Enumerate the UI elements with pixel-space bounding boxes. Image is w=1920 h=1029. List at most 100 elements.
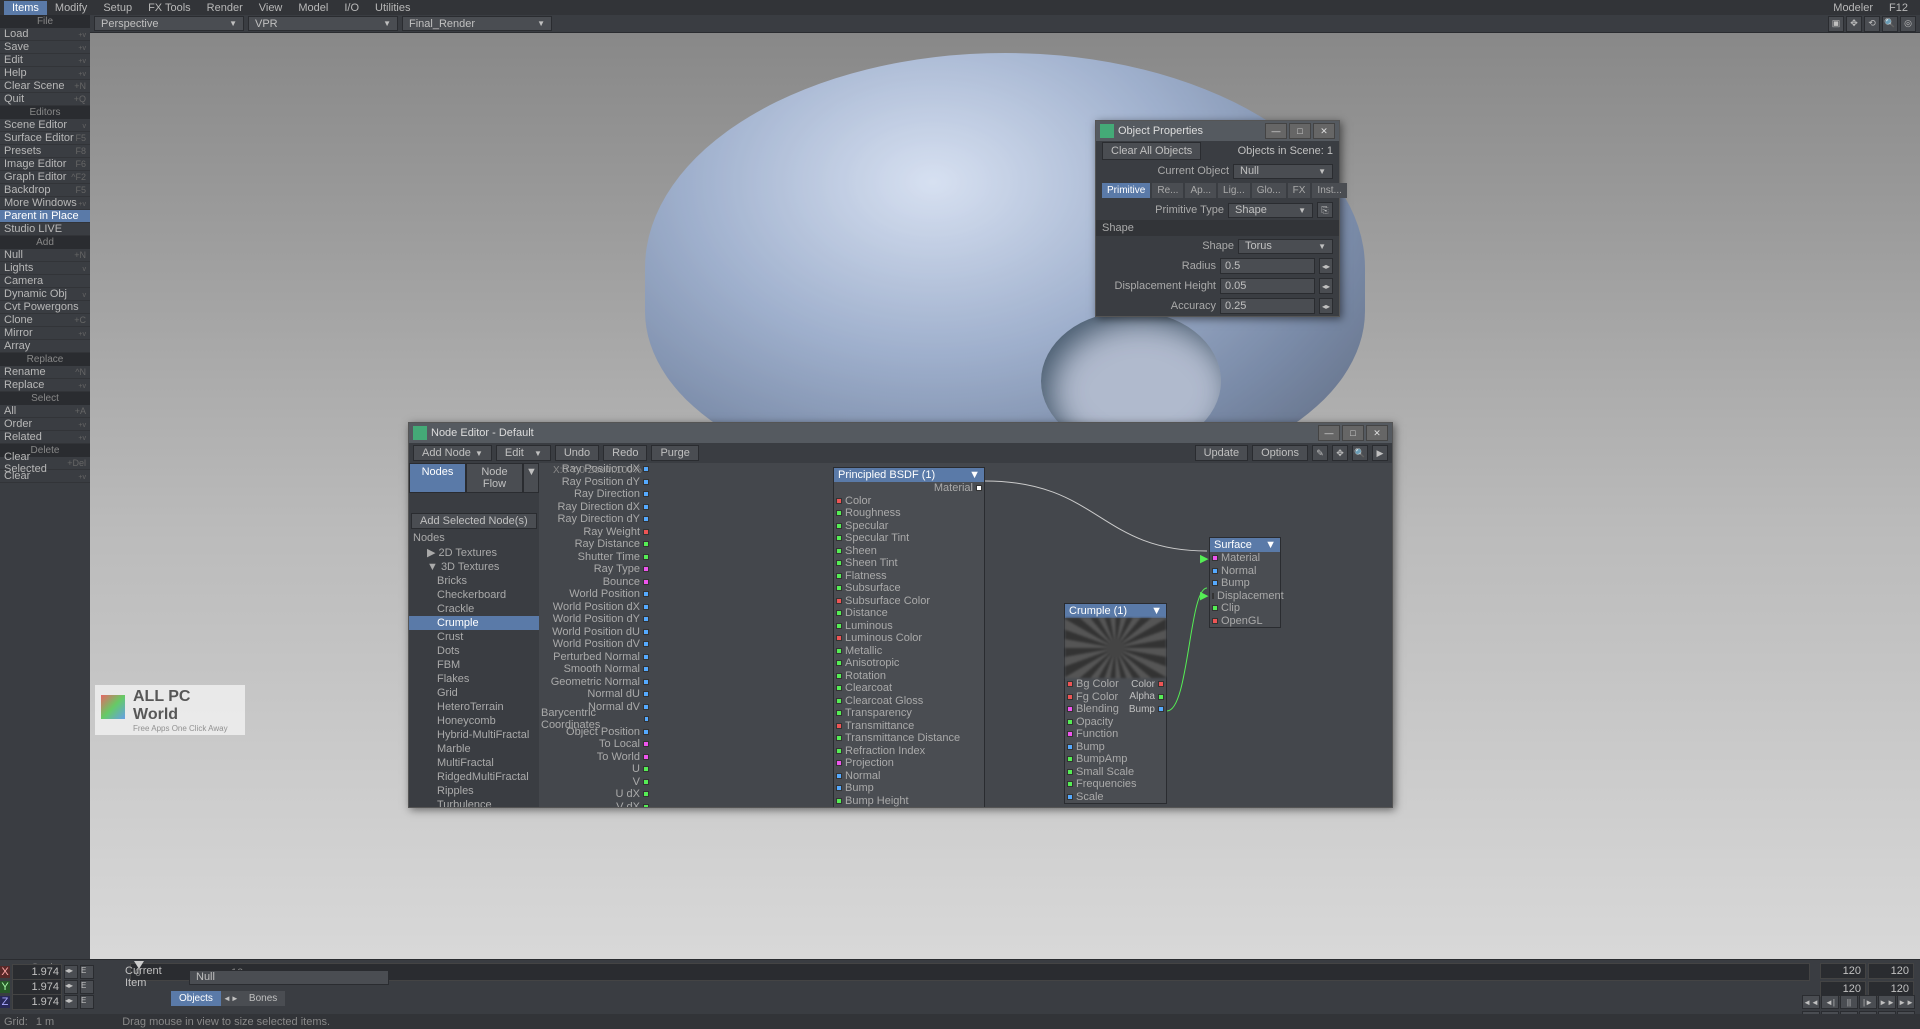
crumple-row[interactable]: Frequencies bbox=[1065, 778, 1166, 791]
coord-y-input[interactable] bbox=[12, 979, 62, 995]
pencil-icon[interactable]: ✎ bbox=[1312, 445, 1328, 461]
sidebar-item-clear-selected[interactable]: Clear Selected+Del bbox=[0, 457, 90, 470]
menu-render[interactable]: Render bbox=[199, 1, 251, 15]
bsdf-input-color[interactable]: Color bbox=[834, 495, 984, 508]
node-flow-tab[interactable]: Node Flow bbox=[466, 463, 523, 493]
input-socket[interactable] bbox=[836, 560, 842, 566]
output-ray-direction-dy[interactable]: Ray Direction dY bbox=[539, 513, 651, 526]
input-socket[interactable] bbox=[836, 585, 842, 591]
sidebar-item-mirror[interactable]: Mirror+v bbox=[0, 327, 90, 340]
spinner-icon[interactable]: ◂▸ bbox=[64, 965, 78, 979]
input-socket[interactable] bbox=[836, 660, 842, 666]
output-ray-direction-dx[interactable]: Ray Direction dX bbox=[539, 501, 651, 514]
edit-button[interactable]: Edit▼ bbox=[496, 445, 551, 461]
bsdf-input-roughness[interactable]: Roughness bbox=[834, 507, 984, 520]
output-v[interactable]: V bbox=[539, 776, 651, 789]
tree-item-grid[interactable]: Grid bbox=[409, 686, 539, 700]
node-header[interactable]: Surface▼ bbox=[1210, 538, 1280, 552]
spinner-icon[interactable]: ◂▸ bbox=[64, 995, 78, 1009]
sidebar-item-clear-scene[interactable]: Clear Scene+N bbox=[0, 80, 90, 93]
maximize-icon[interactable]: ▣ bbox=[1828, 16, 1844, 32]
input-socket[interactable] bbox=[836, 723, 842, 729]
bsdf-input-bump-height[interactable]: Bump Height bbox=[834, 795, 984, 808]
tab-re[interactable]: Re... bbox=[1152, 183, 1183, 198]
bsdf-input-metallic[interactable]: Metallic bbox=[834, 645, 984, 658]
zoom-icon[interactable]: 🔍 bbox=[1352, 445, 1368, 461]
output-to-local[interactable]: To Local bbox=[539, 738, 651, 751]
crumple-row[interactable]: Bg ColorColor bbox=[1065, 678, 1166, 691]
crumple-row[interactable]: Opacity bbox=[1065, 716, 1166, 729]
bsdf-input-sheen[interactable]: Sheen bbox=[834, 545, 984, 558]
output-socket[interactable] bbox=[1158, 681, 1164, 687]
current-object-dropdown[interactable]: Null▼ bbox=[1233, 164, 1333, 179]
sidebar-item-quit[interactable]: Quit+Q bbox=[0, 93, 90, 106]
crumple-row[interactable]: BumpAmp bbox=[1065, 753, 1166, 766]
tree-item-heteroterrain[interactable]: HeteroTerrain bbox=[409, 700, 539, 714]
tree-item-hybrid-multifractal[interactable]: Hybrid-MultiFractal bbox=[409, 728, 539, 742]
input-socket[interactable] bbox=[1067, 769, 1073, 775]
output-u-dx[interactable]: U dX bbox=[539, 788, 651, 801]
sidebar-item-load[interactable]: Load+v bbox=[0, 28, 90, 41]
bsdf-input-transparency[interactable]: Transparency bbox=[834, 707, 984, 720]
window-titlebar[interactable]: Object Properties — □ ✕ bbox=[1096, 121, 1339, 141]
tree-root[interactable]: Nodes bbox=[409, 531, 539, 545]
input-socket[interactable] bbox=[1067, 719, 1073, 725]
rotate-icon[interactable]: ⟲ bbox=[1864, 16, 1880, 32]
bsdf-input-luminous-color[interactable]: Luminous Color bbox=[834, 632, 984, 645]
tree-item-dots[interactable]: Dots bbox=[409, 644, 539, 658]
input-socket[interactable] bbox=[836, 698, 842, 704]
sidebar-item-lights[interactable]: Lightsv bbox=[0, 262, 90, 275]
sidebar-item-all[interactable]: All+A bbox=[0, 405, 90, 418]
menu-fx tools[interactable]: FX Tools bbox=[140, 1, 199, 15]
sidebar-item-parent-in-place[interactable]: Parent in Place bbox=[0, 210, 90, 223]
tab-inst[interactable]: Inst... bbox=[1312, 183, 1346, 198]
output-socket[interactable] bbox=[643, 529, 649, 535]
zoom-icon[interactable]: 🔍 bbox=[1882, 16, 1898, 32]
crumple-row[interactable]: BlendingBump bbox=[1065, 703, 1166, 716]
output-smooth-normal[interactable]: Smooth Normal bbox=[539, 663, 651, 676]
output-to-world[interactable]: To World bbox=[539, 751, 651, 764]
sidebar-item-save[interactable]: Save+v bbox=[0, 41, 90, 54]
sidebar-item-null[interactable]: Null+N bbox=[0, 249, 90, 262]
sidebar-item-camera[interactable]: Camera bbox=[0, 275, 90, 288]
input-socket[interactable] bbox=[836, 648, 842, 654]
output-world-position-dy[interactable]: World Position dY bbox=[539, 613, 651, 626]
output-ray-position-dx[interactable]: Ray Position dX bbox=[539, 463, 651, 476]
tree-item-fbm[interactable]: FBM bbox=[409, 658, 539, 672]
purge-button[interactable]: Purge bbox=[651, 445, 698, 461]
output-u[interactable]: U bbox=[539, 763, 651, 776]
output-shutter-time[interactable]: Shutter Time bbox=[539, 551, 651, 564]
output-socket[interactable] bbox=[643, 741, 649, 747]
tree-item-bricks[interactable]: Bricks bbox=[409, 574, 539, 588]
bones-tab[interactable]: Bones bbox=[241, 991, 285, 1006]
output-socket[interactable] bbox=[643, 804, 649, 807]
input-socket[interactable] bbox=[836, 635, 842, 641]
tree-item-2d-textures[interactable]: ▶ 2D Textures bbox=[409, 545, 539, 560]
bsdf-input-bump[interactable]: Bump bbox=[834, 782, 984, 795]
sidebar-item-scene-editor[interactable]: Scene Editorv bbox=[0, 119, 90, 132]
sidebar-item-edit[interactable]: Edit+v bbox=[0, 54, 90, 67]
sidebar-item-order[interactable]: Order+v bbox=[0, 418, 90, 431]
input-socket[interactable] bbox=[1067, 731, 1073, 737]
surface-input-bump[interactable]: Bump bbox=[1210, 577, 1280, 590]
input-socket[interactable] bbox=[836, 710, 842, 716]
dropdown-icon[interactable]: ▼ bbox=[523, 463, 539, 493]
crumple-row[interactable]: Scale bbox=[1065, 791, 1166, 804]
modeler-button[interactable]: Modeler bbox=[1825, 1, 1881, 15]
output-socket[interactable] bbox=[643, 779, 649, 785]
menu-modify[interactable]: Modify bbox=[47, 1, 95, 15]
input-socket[interactable] bbox=[836, 548, 842, 554]
bsdf-input-projection[interactable]: Projection bbox=[834, 757, 984, 770]
sidebar-item-help[interactable]: Help+v bbox=[0, 67, 90, 80]
output-socket[interactable] bbox=[643, 629, 649, 635]
output-world-position-dv[interactable]: World Position dV bbox=[539, 638, 651, 651]
pause-button[interactable]: || bbox=[1840, 995, 1858, 1009]
menu-i/o[interactable]: I/O bbox=[336, 1, 367, 15]
render-preset-dropdown[interactable]: Final_Render▼ bbox=[402, 16, 552, 31]
input-socket[interactable] bbox=[836, 498, 842, 504]
bsdf-input-clearcoat-gloss[interactable]: Clearcoat Gloss bbox=[834, 695, 984, 708]
window-titlebar[interactable]: Node Editor - Default — □ ✕ bbox=[409, 423, 1392, 443]
clear-all-objects-button[interactable]: Clear All Objects bbox=[1102, 142, 1201, 160]
input-socket[interactable] bbox=[836, 735, 842, 741]
output-socket[interactable] bbox=[643, 666, 649, 672]
